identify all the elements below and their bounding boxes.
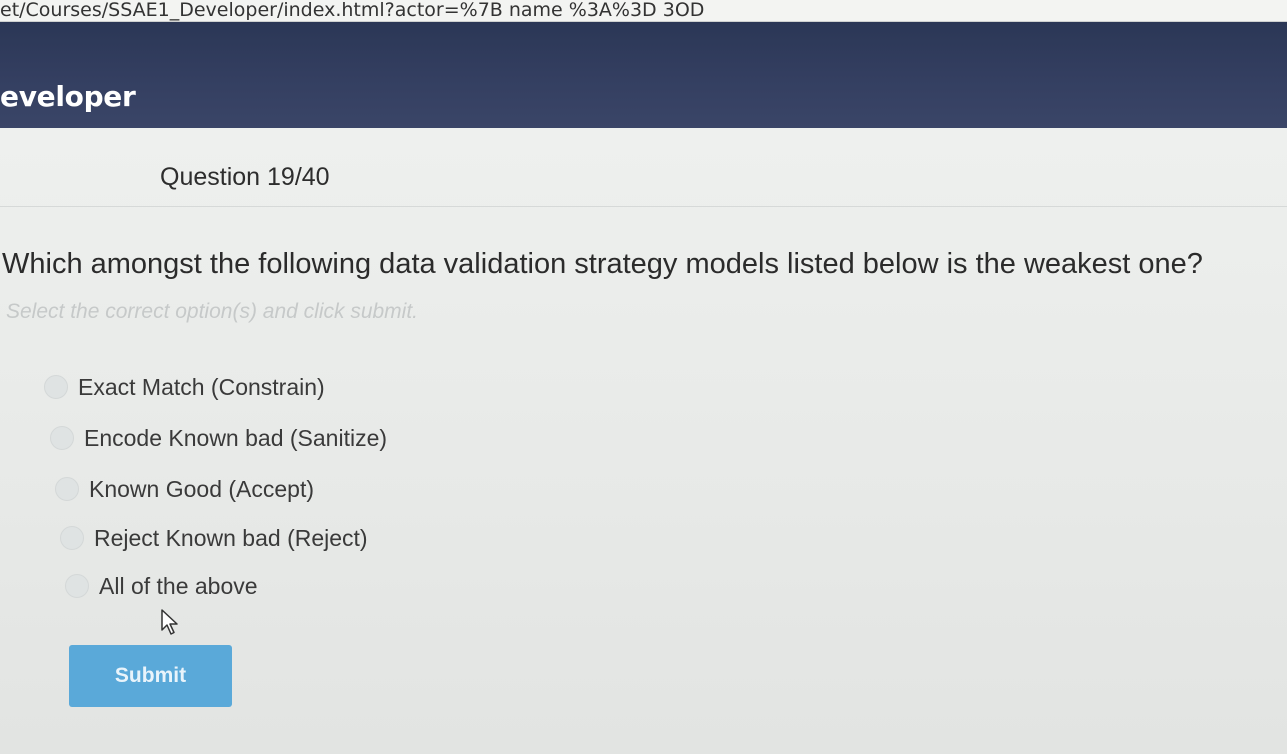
- url-text: et/Courses/SSAE1_Developer/index.html?ac…: [0, 0, 705, 21]
- instruction-text: Select the correct option(s) and click s…: [6, 300, 419, 323]
- radio-button[interactable]: [44, 375, 68, 399]
- option-label: Known Good (Accept): [89, 475, 315, 502]
- option-reject-known-bad[interactable]: Reject Known bad (Reject): [60, 520, 368, 556]
- question-counter: Question 19/40: [160, 163, 330, 191]
- option-label: All of the above: [99, 572, 258, 599]
- course-title: eveloper: [0, 80, 136, 113]
- radio-button[interactable]: [55, 477, 79, 501]
- option-all-of-the-above[interactable]: All of the above: [65, 568, 258, 604]
- option-exact-match[interactable]: Exact Match (Constrain): [44, 369, 325, 405]
- option-known-good[interactable]: Known Good (Accept): [55, 471, 314, 507]
- mouse-pointer-icon: [161, 609, 178, 635]
- divider: [0, 206, 1287, 207]
- option-encode-known-bad[interactable]: Encode Known bad (Sanitize): [50, 420, 387, 456]
- address-bar[interactable]: et/Courses/SSAE1_Developer/index.html?ac…: [0, 0, 1287, 22]
- radio-button[interactable]: [50, 426, 74, 450]
- radio-button[interactable]: [60, 526, 84, 550]
- question-text: Which amongst the following data validat…: [2, 248, 1203, 280]
- option-label: Exact Match (Constrain): [78, 373, 325, 400]
- option-label: Reject Known bad (Reject): [94, 524, 368, 551]
- radio-button[interactable]: [65, 574, 89, 598]
- option-label: Encode Known bad (Sanitize): [84, 424, 388, 451]
- course-header: eveloper: [0, 22, 1287, 128]
- submit-button[interactable]: Submit: [69, 645, 232, 707]
